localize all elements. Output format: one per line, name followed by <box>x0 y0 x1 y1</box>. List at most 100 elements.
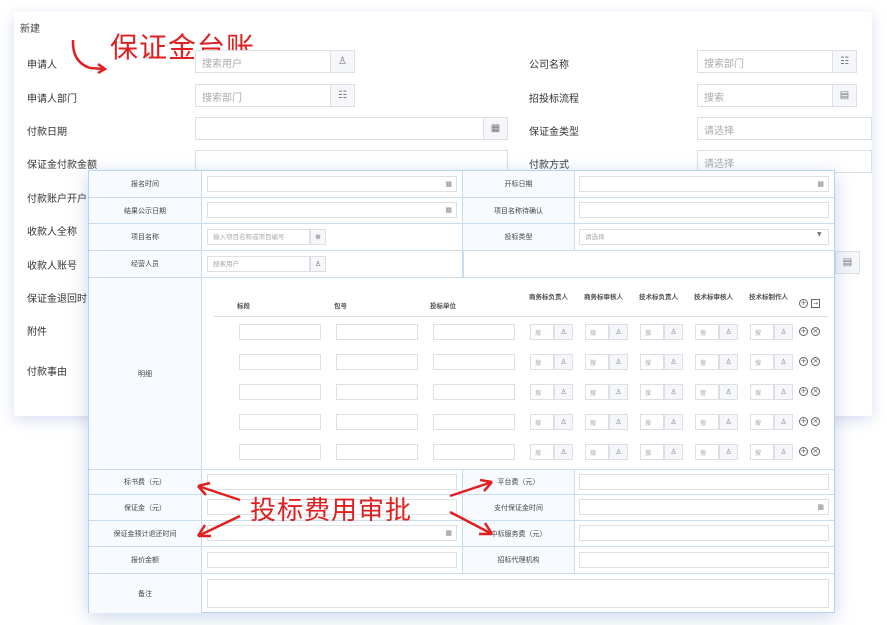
person-search-input[interactable]: 搜 <box>585 444 609 460</box>
user-icon[interactable]: ♙ <box>554 354 573 370</box>
person-search-input[interactable]: 搜 <box>640 354 664 370</box>
person-search-input[interactable]: 搜 <box>750 414 774 430</box>
service-fee-input[interactable] <box>579 525 829 541</box>
user-icon[interactable]: ♙ <box>554 384 573 400</box>
import-icon[interactable]: → <box>811 299 820 308</box>
bid-type-select[interactable]: 请选择 <box>579 229 829 245</box>
user-icon[interactable]: ♙ <box>609 354 628 370</box>
package-input[interactable] <box>336 444 418 460</box>
person-search-input[interactable]: 搜 <box>640 324 664 340</box>
user-icon[interactable]: ♙ <box>609 384 628 400</box>
person-search-input[interactable]: 搜 <box>640 414 664 430</box>
user-icon[interactable]: ♙ <box>554 324 573 340</box>
person-search-input[interactable]: 搜 <box>750 384 774 400</box>
deposit-pay-time-input[interactable]: ▦ <box>579 499 829 515</box>
person-search-input[interactable]: 搜 <box>530 324 554 340</box>
remove-row-icon[interactable]: × <box>811 357 820 366</box>
deposit-type-select[interactable]: 请选择 <box>697 117 872 140</box>
section-input[interactable] <box>239 384 321 400</box>
package-input[interactable] <box>336 384 418 400</box>
user-icon[interactable]: ♙ <box>719 414 738 430</box>
user-icon[interactable]: ♙ <box>664 384 683 400</box>
add-row-icon[interactable]: + <box>799 327 808 336</box>
user-icon[interactable]: ♙ <box>330 50 355 73</box>
handler-input[interactable]: 搜索用户 <box>207 256 310 272</box>
signup-time-input[interactable]: ▦ <box>207 176 457 192</box>
section-input[interactable] <box>239 324 321 340</box>
user-icon[interactable]: ♙ <box>719 384 738 400</box>
user-icon[interactable]: ♙ <box>609 324 628 340</box>
add-row-icon[interactable]: + <box>799 299 808 308</box>
bidder-input[interactable] <box>433 354 515 370</box>
document-icon[interactable]: ▤ <box>832 84 857 107</box>
user-icon[interactable]: ♙ <box>664 444 683 460</box>
person-search-input[interactable]: 搜 <box>585 414 609 430</box>
user-icon[interactable]: ♙ <box>774 354 793 370</box>
add-row-icon[interactable]: + <box>799 357 808 366</box>
remark-textarea[interactable] <box>207 579 829 608</box>
section-input[interactable] <box>239 444 321 460</box>
project-name-input[interactable]: 输入项目名称或项目编号 <box>207 229 310 245</box>
calendar-icon[interactable]: ▦ <box>483 117 508 140</box>
user-icon[interactable]: ♙ <box>719 444 738 460</box>
company-input[interactable]: 搜索部门 <box>697 50 833 73</box>
org-tree-icon[interactable]: ☷ <box>832 50 857 73</box>
pay-date-input[interactable] <box>195 117 508 140</box>
agency-input[interactable] <box>579 552 829 568</box>
user-icon[interactable]: ♙ <box>774 444 793 460</box>
section-input[interactable] <box>239 354 321 370</box>
person-search-input[interactable]: 搜 <box>695 324 719 340</box>
result-date-input[interactable]: ▦ <box>207 202 457 218</box>
user-icon[interactable]: ♙ <box>719 324 738 340</box>
add-row-icon[interactable]: + <box>799 447 808 456</box>
bidder-input[interactable] <box>433 384 515 400</box>
person-search-input[interactable]: 搜 <box>640 444 664 460</box>
remove-row-icon[interactable]: × <box>811 387 820 396</box>
remove-row-icon[interactable]: × <box>811 447 820 456</box>
user-icon[interactable]: ♙ <box>774 324 793 340</box>
package-input[interactable] <box>336 414 418 430</box>
user-icon[interactable]: ♙ <box>719 354 738 370</box>
applicant-input[interactable]: 搜索用户 <box>195 50 331 73</box>
package-input[interactable] <box>336 324 418 340</box>
org-tree-icon[interactable]: ☷ <box>330 84 355 107</box>
person-search-input[interactable]: 搜 <box>585 324 609 340</box>
person-search-input[interactable]: 搜 <box>750 354 774 370</box>
user-icon[interactable]: ♙ <box>609 414 628 430</box>
user-icon[interactable]: ♙ <box>664 354 683 370</box>
user-icon[interactable]: ♙ <box>554 414 573 430</box>
package-input[interactable] <box>336 354 418 370</box>
person-search-input[interactable]: 搜 <box>695 354 719 370</box>
person-search-input[interactable]: 搜 <box>750 444 774 460</box>
person-search-input[interactable]: 搜 <box>530 414 554 430</box>
user-icon[interactable]: ♙ <box>554 444 573 460</box>
section-input[interactable] <box>239 414 321 430</box>
user-icon[interactable]: ♙ <box>664 414 683 430</box>
person-search-input[interactable]: 搜 <box>530 354 554 370</box>
dept-input[interactable]: 搜索部门 <box>195 84 331 107</box>
add-row-icon[interactable]: + <box>799 417 808 426</box>
user-icon[interactable]: ♙ <box>664 324 683 340</box>
bidder-input[interactable] <box>433 414 515 430</box>
platform-fee-input[interactable] <box>579 474 829 490</box>
remove-row-icon[interactable]: × <box>811 417 820 426</box>
user-icon[interactable]: ♙ <box>774 384 793 400</box>
bidder-input[interactable] <box>433 324 515 340</box>
user-icon[interactable]: ♙ <box>774 414 793 430</box>
person-search-input[interactable]: 搜 <box>695 384 719 400</box>
add-row-icon[interactable]: + <box>799 387 808 396</box>
person-search-input[interactable]: 搜 <box>585 354 609 370</box>
user-icon[interactable]: ♙ <box>310 256 326 272</box>
bid-process-input[interactable]: 搜索 <box>697 84 833 107</box>
person-search-input[interactable]: 搜 <box>530 384 554 400</box>
user-icon[interactable]: ♙ <box>609 444 628 460</box>
person-search-input[interactable]: 搜 <box>695 414 719 430</box>
add-circle-icon[interactable]: ⊕ <box>310 229 326 245</box>
person-search-input[interactable]: 搜 <box>585 384 609 400</box>
person-search-input[interactable]: 搜 <box>695 444 719 460</box>
bidder-input[interactable] <box>433 444 515 460</box>
open-date-input[interactable]: ▦ <box>579 176 829 192</box>
document-icon[interactable]: ▤ <box>835 251 860 274</box>
person-search-input[interactable]: 搜 <box>530 444 554 460</box>
person-search-input[interactable]: 搜 <box>640 384 664 400</box>
